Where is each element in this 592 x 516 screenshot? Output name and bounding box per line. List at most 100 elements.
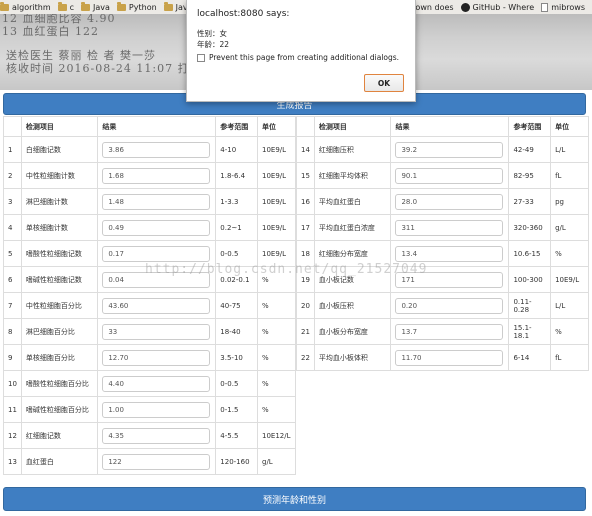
result-input[interactable]: [395, 349, 504, 366]
result-cell: [97, 370, 217, 397]
result-cell: [97, 188, 217, 215]
checkbox-icon[interactable]: [197, 53, 205, 62]
reference-range: 27-33: [508, 188, 552, 215]
result-input[interactable]: [102, 141, 211, 158]
item-name: 嗜酸性粒细胞百分比: [20, 370, 99, 397]
header-item: 检测项目: [313, 116, 392, 137]
reference-range: 0.02-0.1: [215, 266, 258, 293]
unit: 10E9/L: [257, 214, 296, 241]
result-cell: [390, 240, 510, 267]
reference-range: 1.8-6.4: [215, 162, 258, 189]
row-number: 13: [3, 448, 22, 475]
row-number: 7: [3, 292, 22, 319]
item-name: 平均血小板体积: [313, 344, 392, 371]
result-input[interactable]: [395, 271, 504, 288]
bookmark-item[interactable]: mibrows: [541, 2, 585, 12]
reference-range: 4-5.5: [215, 422, 258, 449]
unit: 10E9/L: [257, 162, 296, 189]
result-input[interactable]: [102, 219, 211, 236]
reference-range: 82-95: [508, 162, 552, 189]
row-number: 9: [3, 344, 22, 371]
result-input[interactable]: [395, 323, 504, 340]
results-table-left: 检测项目 结果 参考范围 单位 1白细胞记数4-1010E9/L2中性粒细胞计数…: [3, 116, 296, 475]
table-row: 18红细胞分布宽度 10.6-15%: [296, 240, 589, 267]
github-icon: [460, 2, 470, 12]
result-cell: [390, 188, 510, 215]
row-number: 17: [296, 214, 315, 241]
result-input[interactable]: [102, 427, 211, 444]
reference-range: 42-49: [508, 136, 552, 163]
row-number: 16: [296, 188, 315, 215]
table-row: 17平均血红蛋白浓度 320-360g/L: [296, 214, 589, 241]
ok-button[interactable]: OK: [364, 74, 404, 92]
result-cell: [97, 396, 217, 423]
result-cell: [390, 162, 510, 189]
unit: 10E9/L: [550, 266, 589, 293]
bookmark-item[interactable]: Python: [116, 1, 157, 12]
result-input[interactable]: [102, 193, 211, 210]
table-row: 7中性粒细胞百分比 40-75%: [3, 292, 296, 319]
result-input[interactable]: [102, 375, 211, 392]
unit: g/L: [550, 214, 589, 241]
page-icon: [541, 2, 549, 12]
table-row: 6嗜碱性粒细胞记数 0.02-0.1%: [3, 266, 296, 293]
bookmark-item[interactable]: algorithm: [0, 1, 51, 12]
result-input[interactable]: [102, 401, 211, 418]
unit: %: [257, 344, 296, 371]
item-name: 平均血红蛋白浓度: [313, 214, 392, 241]
reference-range: 18-40: [215, 318, 258, 345]
folder-icon: [0, 1, 9, 11]
result-input[interactable]: [102, 323, 211, 340]
header-unit: 单位: [550, 116, 589, 137]
row-number: 18: [296, 240, 315, 267]
row-number: 19: [296, 266, 315, 293]
bookmark-item[interactable]: GitHub - Where: [460, 2, 534, 12]
header-reference: 参考范围: [508, 116, 552, 137]
unit: L/L: [550, 136, 589, 163]
item-name: 中性粒细胞百分比: [20, 292, 99, 319]
unit: 10E12/L: [257, 422, 296, 449]
bookmark-item[interactable]: c: [57, 1, 74, 12]
result-input[interactable]: [102, 167, 211, 184]
result-input[interactable]: [395, 167, 504, 184]
table-row: 2中性粒细胞计数 1.8-6.410E9/L: [3, 162, 296, 189]
result-input[interactable]: [395, 141, 504, 158]
dialog-age-text: 年龄：22: [197, 40, 230, 49]
folder-icon: [116, 1, 126, 11]
checkbox-label: Prevent this page from creating addition…: [209, 53, 400, 62]
item-name: 血小板压积: [313, 292, 392, 319]
bookmark-item[interactable]: Java: [81, 1, 110, 12]
table-row: 15红细胞平均体积 82-95fL: [296, 162, 589, 189]
row-number: 22: [296, 344, 315, 371]
result-input[interactable]: [102, 453, 211, 470]
result-input[interactable]: [102, 349, 211, 366]
result-cell: [97, 448, 217, 475]
bookmark-label: mibrows: [551, 2, 585, 12]
header-no: [3, 116, 22, 137]
reference-range: 100-300: [508, 266, 552, 293]
result-cell: [97, 266, 217, 293]
result-input[interactable]: [102, 271, 211, 288]
table-row: 1白细胞记数 4-1010E9/L: [3, 136, 296, 163]
unit: 10E9/L: [257, 188, 296, 215]
reference-range: 0.11-0.28: [508, 292, 552, 319]
predict-age-gender-button[interactable]: 预测年龄和性别: [3, 487, 586, 511]
prevent-dialogs-checkbox[interactable]: Prevent this page from creating addition…: [197, 53, 399, 62]
table-row: 10嗜酸性粒细胞百分比 0-0.5%: [3, 370, 296, 397]
result-input[interactable]: [395, 245, 504, 262]
unit: g/L: [257, 448, 296, 475]
result-input[interactable]: [102, 297, 211, 314]
header-result: 结果: [97, 116, 217, 137]
item-name: 嗜碱性粒细胞记数: [20, 266, 99, 293]
result-input[interactable]: [395, 297, 504, 314]
table-row: 9单核细胞百分比 3.5-10%: [3, 344, 296, 371]
result-input[interactable]: [395, 219, 504, 236]
result-cell: [97, 344, 217, 371]
result-input[interactable]: [102, 245, 211, 262]
row-number: 6: [3, 266, 22, 293]
unit: %: [257, 292, 296, 319]
result-input[interactable]: [395, 193, 504, 210]
header-unit: 单位: [257, 116, 296, 137]
item-name: 嗜碱性粒细胞百分比: [20, 396, 99, 423]
item-name: 淋巴细胞百分比: [20, 318, 99, 345]
